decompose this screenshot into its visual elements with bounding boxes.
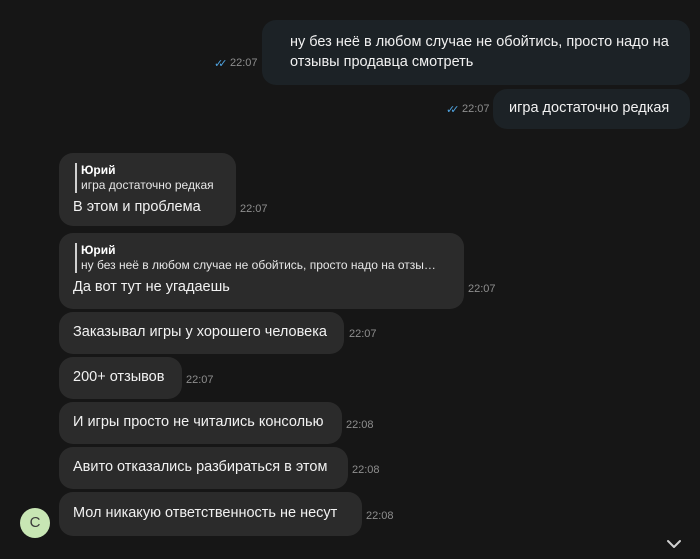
message-text: 200+ отзывов <box>73 369 165 385</box>
message-text: Авито отказались разбираться в этом <box>73 459 328 475</box>
message-text: игра достаточно редкая <box>509 100 670 116</box>
message-text: В этом и проблема <box>73 199 201 215</box>
message-text: И игры просто не читались консолью <box>73 414 324 430</box>
message-text: Заказывал игры у хорошего человека <box>73 324 327 340</box>
reply-text: ну без неё в любом случае не обойтись, п… <box>81 258 436 272</box>
reply-quote[interactable]: Юрий игра достаточно редкая <box>75 163 214 193</box>
message-time: 22:07 <box>240 203 268 215</box>
incoming-message[interactable]: И игры просто не читались консолью <box>59 402 342 444</box>
message-text: Да вот тут не угадаешь <box>73 279 230 295</box>
message-time: 22:07 <box>468 283 496 295</box>
avatar[interactable]: С <box>20 508 50 538</box>
message-time: 22:08 <box>352 464 380 476</box>
reply-quote[interactable]: Юрий ну без неё в любом случае не обойти… <box>75 243 436 273</box>
message-time: 22:08 <box>366 510 394 522</box>
message-time: 22:08 <box>346 419 374 431</box>
incoming-message[interactable]: Мол никакую ответственность не несут <box>59 492 362 536</box>
reply-author: Юрий <box>81 243 116 257</box>
reply-text: игра достаточно редкая <box>81 178 214 192</box>
scroll-down-button[interactable] <box>664 534 684 554</box>
message-time: 22:07 <box>186 374 214 386</box>
message-text: ну без неё в любом случае не обойтись, п… <box>290 34 669 50</box>
reply-author: Юрий <box>81 163 116 177</box>
outgoing-message[interactable]: ну без неё в любом случае не обойтись, п… <box>262 20 690 85</box>
message-time: 22:07 <box>230 57 258 69</box>
incoming-message[interactable]: Авито отказались разбираться в этом <box>59 447 348 489</box>
message-time: 22:07 <box>349 328 377 340</box>
message-text: Мол никакую ответственность не несут <box>73 505 338 521</box>
incoming-message[interactable]: 200+ отзывов <box>59 357 182 399</box>
read-checkmarks-icon: ✓✓ <box>446 104 460 116</box>
message-text: отзывы продавца смотреть <box>290 54 474 70</box>
incoming-message[interactable]: Юрий игра достаточно редкая В этом и про… <box>59 153 236 226</box>
message-time: 22:07 <box>462 103 490 115</box>
incoming-message[interactable]: Юрий ну без неё в любом случае не обойти… <box>59 233 464 309</box>
outgoing-message[interactable]: игра достаточно редкая <box>493 89 690 129</box>
incoming-message[interactable]: Заказывал игры у хорошего человека <box>59 312 344 354</box>
chevron-down-icon <box>667 540 681 548</box>
read-checkmarks-icon: ✓✓ <box>214 58 228 70</box>
